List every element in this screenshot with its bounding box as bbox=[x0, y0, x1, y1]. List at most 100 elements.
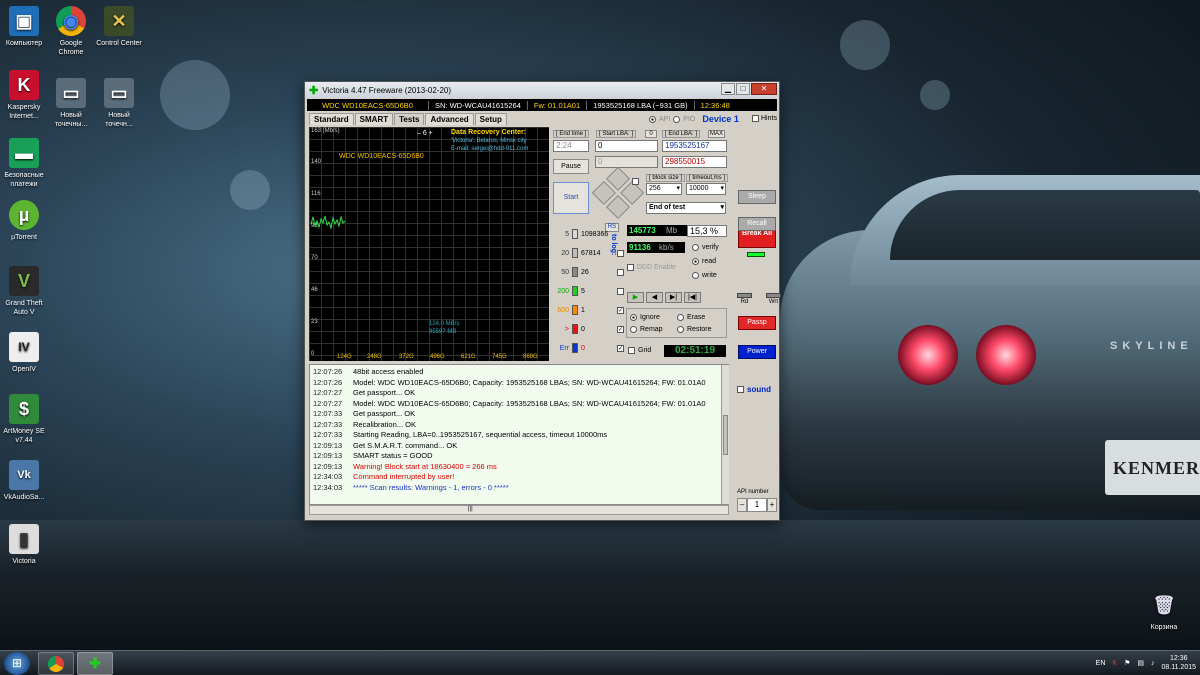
tab-setup[interactable]: Setup bbox=[474, 113, 507, 125]
tray-clock[interactable]: 12:36 08.11.2015 bbox=[1161, 654, 1196, 672]
api-label: API bbox=[659, 115, 671, 123]
sleep-button[interactable]: Sleep bbox=[738, 190, 776, 204]
drive-firmware: Fw: 01.01A01 bbox=[528, 100, 588, 110]
erase-radio[interactable] bbox=[677, 314, 684, 321]
taskbar-chrome-button[interactable] bbox=[38, 652, 74, 675]
log-line-result: 12:34:03 ***** Scan results: Warnings - 1… bbox=[313, 483, 725, 494]
activity-led bbox=[747, 252, 765, 257]
desktop-icon-label: ArtMoney SE v7.44 bbox=[3, 428, 45, 444]
verify-mode-radio[interactable]: verify bbox=[692, 244, 719, 251]
recall-button[interactable]: Recall bbox=[738, 217, 776, 231]
start-lba-field[interactable]: 0 bbox=[595, 140, 658, 152]
log-message: Get passport... OK bbox=[353, 388, 416, 397]
desktop-icon-utorrent[interactable]: µ µTorrent bbox=[0, 200, 48, 242]
log-20ms-checkbox[interactable] bbox=[617, 249, 624, 257]
remap-action[interactable]: Remap bbox=[630, 326, 663, 333]
minimize-button[interactable]: ▁ bbox=[721, 83, 735, 95]
remap-radio[interactable] bbox=[630, 326, 637, 333]
log-err-checkbox[interactable]: ✓ bbox=[617, 344, 624, 352]
hints-label: Hints bbox=[761, 115, 777, 122]
desktop-icon-artmoney[interactable]: $ ArtMoney SE v7.44 bbox=[0, 394, 48, 445]
log-50ms-checkbox[interactable] bbox=[617, 268, 624, 276]
passp-button[interactable]: Passp bbox=[738, 316, 776, 330]
sound-toggle[interactable]: sound bbox=[737, 385, 771, 394]
desktop-icon-shortcut-2[interactable]: ▭ Новый точечн... bbox=[95, 78, 143, 129]
desktop-icon-chrome[interactable]: ◉ Google Chrome bbox=[47, 6, 95, 57]
skip-end-icon[interactable]: |◀| bbox=[684, 292, 701, 303]
start-lba-reset-button[interactable]: 0 bbox=[645, 130, 657, 138]
network-icon[interactable]: ▤ bbox=[1137, 659, 1144, 667]
log-vertical-scrollbar[interactable] bbox=[721, 365, 729, 504]
start-button-windows[interactable]: ⊞ bbox=[4, 652, 30, 675]
erase-action[interactable]: Erase bbox=[677, 314, 705, 321]
start-button[interactable]: Start bbox=[553, 182, 589, 214]
taskbar-victoria-button[interactable]: ✚ bbox=[77, 652, 113, 675]
hscroll-grip[interactable]: ||| bbox=[468, 506, 473, 512]
rewind-icon[interactable]: ◀ bbox=[646, 292, 663, 303]
power-button[interactable]: Power bbox=[738, 345, 776, 359]
maximize-button[interactable]: □ bbox=[736, 83, 750, 95]
tab-standard[interactable]: Standard bbox=[309, 113, 354, 125]
log-horizontal-scrollbar[interactable]: ||| bbox=[309, 505, 729, 515]
pio-radio[interactable] bbox=[673, 115, 681, 123]
grid-checkbox[interactable] bbox=[628, 347, 635, 354]
block-row-over: > 0 ✓ bbox=[551, 323, 624, 335]
play-icon[interactable]: ▶ bbox=[627, 292, 644, 303]
tab-tests[interactable]: Tests bbox=[394, 113, 425, 125]
desktop-icon-victoria[interactable]: ▮ Victoria bbox=[0, 524, 48, 566]
tab-smart[interactable]: SMART bbox=[354, 113, 394, 125]
log-over-checkbox[interactable]: ✓ bbox=[617, 325, 624, 333]
api-number-value[interactable]: 1 bbox=[747, 498, 767, 512]
desktop-icon-gta5[interactable]: V Grand Theft Auto V bbox=[0, 266, 48, 317]
action-center-icon[interactable]: ⚑ bbox=[1124, 659, 1130, 667]
write-radio[interactable] bbox=[692, 272, 699, 279]
end-time-field[interactable]: 2:24 bbox=[553, 140, 589, 152]
api-increment-button[interactable]: + bbox=[767, 498, 777, 512]
tab-advanced[interactable]: Advanced bbox=[425, 113, 474, 125]
log-600ms-checkbox[interactable]: ✓ bbox=[617, 306, 624, 314]
max-lba-button[interactable]: MAX bbox=[708, 130, 725, 138]
desktop-icon-computer[interactable]: ▣ Компьютер bbox=[0, 6, 48, 48]
read-label: read bbox=[702, 258, 717, 265]
timeout-select[interactable]: 10000 bbox=[686, 183, 726, 195]
window-titlebar[interactable]: ✚ Victoria 4.47 Freeware (2013-02-20) bbox=[305, 82, 779, 98]
block-color-swatch bbox=[572, 305, 578, 315]
tray-time: 12:36 bbox=[1169, 655, 1188, 662]
api-decrement-button[interactable]: – bbox=[737, 498, 747, 512]
volume-icon[interactable]: ♪ bbox=[1151, 660, 1155, 667]
ddd-enable-toggle[interactable]: DDD Enable bbox=[627, 264, 676, 271]
ignore-action[interactable]: Ignore bbox=[630, 314, 660, 321]
desktop-icon-kaspersky[interactable]: K Kaspersky Internet... bbox=[0, 70, 48, 121]
ignore-radio[interactable] bbox=[630, 314, 637, 321]
read-radio[interactable] bbox=[692, 258, 699, 265]
api-radio[interactable] bbox=[649, 115, 656, 123]
hints-toggle[interactable]: Hints bbox=[752, 115, 777, 122]
desktop-icon-vkaudiosaver[interactable]: Vk VkAudioSa... bbox=[0, 460, 48, 502]
end-lba-field[interactable]: 1953525167 bbox=[662, 140, 727, 152]
desktop-icon-safe-payments[interactable]: ▬ Безопасные платежи bbox=[0, 138, 48, 189]
skip-forward-icon[interactable]: ▶| bbox=[665, 292, 682, 303]
desktop-icon-shortcut-1[interactable]: ▭ Новый точечны... bbox=[47, 78, 95, 129]
log-scroll-thumb[interactable] bbox=[723, 415, 728, 455]
block-size-select[interactable]: 256 bbox=[646, 183, 682, 195]
verify-radio[interactable] bbox=[692, 244, 699, 251]
log-200ms-checkbox[interactable] bbox=[617, 287, 624, 295]
read-mode-radio[interactable]: read bbox=[692, 258, 716, 265]
hints-checkbox[interactable] bbox=[752, 115, 759, 122]
kaspersky-tray-icon[interactable]: K bbox=[1112, 660, 1117, 667]
desktop-icon-control-center[interactable]: ✕ Control Center bbox=[95, 6, 143, 48]
sound-checkbox[interactable] bbox=[737, 386, 744, 393]
ddd-enable-checkbox[interactable] bbox=[627, 264, 634, 271]
grid-toggle[interactable]: Grid bbox=[628, 347, 651, 354]
restore-action[interactable]: Restore bbox=[677, 326, 712, 333]
end-action-select[interactable]: End of test bbox=[646, 202, 726, 214]
pause-button[interactable]: Pause bbox=[553, 159, 589, 174]
kaspersky-icon: K bbox=[9, 70, 39, 100]
write-mode-radio[interactable]: write bbox=[692, 272, 717, 279]
desktop-icon-openiv[interactable]: IV OpenIV bbox=[0, 332, 48, 374]
close-button[interactable]: ✕ bbox=[751, 83, 777, 95]
desktop-icon-recycle-bin[interactable]: 🗑 Корзина bbox=[1140, 590, 1188, 632]
restore-radio[interactable] bbox=[677, 326, 684, 333]
language-indicator[interactable]: EN bbox=[1096, 660, 1106, 667]
dpad-checkbox[interactable] bbox=[632, 178, 639, 185]
